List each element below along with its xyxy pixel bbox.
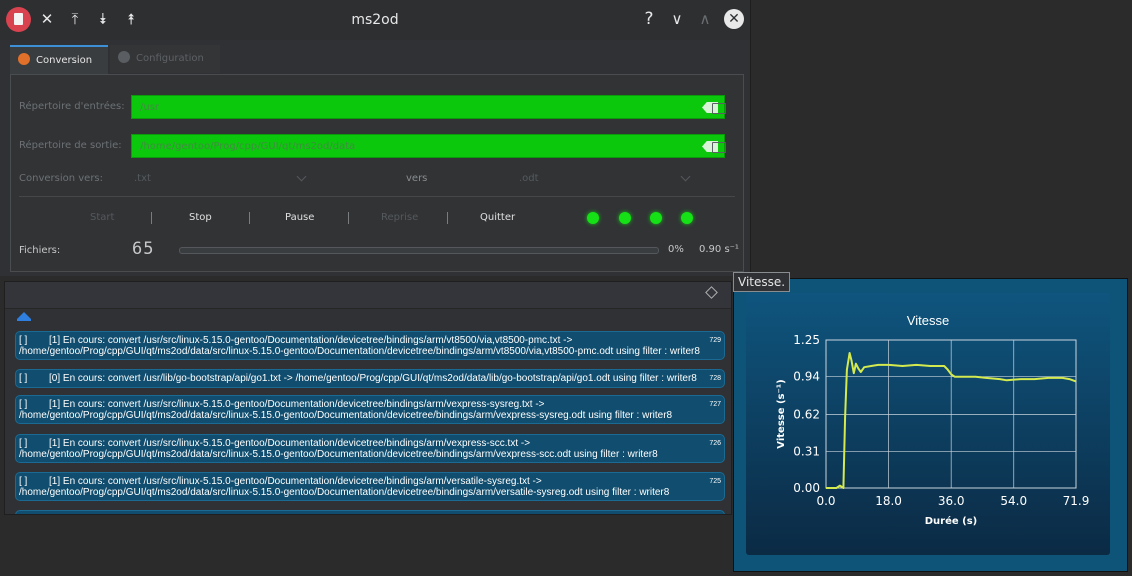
quit-button[interactable]: Quitter bbox=[480, 212, 515, 223]
from-format-chevron-icon[interactable] bbox=[296, 171, 307, 182]
divider bbox=[19, 196, 735, 197]
y-tick-label: 1.25 bbox=[793, 333, 820, 347]
log-entry[interactable]: [ ] [1] En cours: convert /usr/src/linux-… bbox=[15, 434, 725, 463]
chart-panel: Vitesse 0.0 18.0 36.0 54.0 71.9 0.00 0.31 0.62 0… bbox=[746, 293, 1110, 555]
entry-checkbox[interactable]: [ ] bbox=[19, 373, 49, 384]
entry-line1: [1] En cours: convert /usr/src/linux-5.1… bbox=[49, 335, 573, 346]
entry-line1: [0] En cours: convert /usr/lib/go-bootst… bbox=[49, 373, 697, 384]
conversion-panel: Répertoire d'entrées: /usr Répertoire de… bbox=[10, 74, 744, 272]
entry-checkbox[interactable]: [ ] bbox=[19, 438, 49, 449]
input-dir-value: /usr bbox=[140, 102, 160, 113]
entry-line2: /home/gentoo/Prog/cpp/GUI/qt/ms2od/data/… bbox=[19, 487, 670, 498]
y-tick-label: 0.00 bbox=[793, 481, 820, 495]
entry-line2: /home/gentoo/Prog/cpp/GUI/qt/ms2od/data/… bbox=[19, 346, 700, 357]
files-progress-bar bbox=[179, 247, 659, 254]
scroll-top-icon-bar bbox=[17, 319, 31, 321]
output-dir-label: Répertoire de sortie: bbox=[19, 140, 122, 151]
entry-number: 726 bbox=[709, 440, 721, 447]
x-tick-label: 36.0 bbox=[938, 494, 965, 508]
close-button[interactable]: ✕ bbox=[724, 9, 744, 29]
speed-chart-window: Vitesse 0.0 18.0 36.0 54.0 71.9 0.00 0.31 0.62 0… bbox=[733, 278, 1128, 572]
entry-line1: [1] En cours: convert /usr/src/linux-5.1… bbox=[49, 476, 542, 487]
log-entry[interactable]: [ ] [0] En cours: convert /usr/lib/go-boo… bbox=[15, 369, 725, 388]
entry-checkbox[interactable]: [ ] bbox=[19, 476, 49, 487]
speed-value: 0.90 s⁻¹ bbox=[699, 244, 739, 255]
button-separator bbox=[348, 212, 349, 224]
stop-button[interactable]: Stop bbox=[189, 212, 212, 223]
progress-percent: 0% bbox=[668, 244, 684, 255]
x-tick-label: 18.0 bbox=[875, 494, 902, 508]
conversion-label: Conversion vers: bbox=[19, 173, 104, 184]
entry-line2: /home/gentoo/Prog/cpp/GUI/qt/ms2od/data/… bbox=[19, 449, 658, 460]
files-counter: 65 bbox=[132, 239, 155, 259]
entry-line2: /home/gentoo/Prog/cpp/GUI/qt/ms2od/data/… bbox=[19, 410, 673, 421]
pause-button[interactable]: Pause bbox=[285, 212, 314, 223]
entry-checkbox[interactable]: [ ] bbox=[19, 335, 49, 346]
log-header bbox=[5, 282, 731, 309]
from-format-select[interactable]: .txt bbox=[134, 173, 151, 184]
float-icon[interactable] bbox=[705, 286, 718, 299]
log-entry[interactable]: [ ] [1] En cours: convert /usr/src/linux-… bbox=[15, 395, 725, 424]
conversion-icon bbox=[18, 53, 30, 65]
speed-chart: 0.0 18.0 36.0 54.0 71.9 0.00 0.31 0.62 0.94 1.25 D… bbox=[776, 333, 1090, 527]
y-tick-label: 0.62 bbox=[793, 408, 820, 422]
start-button[interactable]: Start bbox=[90, 212, 114, 223]
to-format-chevron-icon[interactable] bbox=[680, 171, 691, 182]
entry-line1: [1] En cours: convert /usr/src/linux-5.1… bbox=[49, 399, 545, 410]
entry-number: 729 bbox=[709, 337, 721, 344]
files-label: Fichiers: bbox=[19, 245, 61, 256]
browse-input-folder-icon[interactable] bbox=[712, 103, 726, 114]
entry-line1: [1] En cours: convert /usr/src/linux-5.1… bbox=[49, 438, 531, 449]
minimize-chevron-icon[interactable]: ∨ bbox=[668, 10, 686, 28]
window-title: ms2od bbox=[351, 12, 399, 28]
x-tick-label: 54.0 bbox=[1000, 494, 1027, 508]
output-dir-value: /home/gentoo/Prog/cpp/GUI/qt/ms2od/data bbox=[140, 141, 356, 152]
button-separator bbox=[249, 212, 250, 224]
output-dir-field[interactable]: /home/gentoo/Prog/cpp/GUI/qt/ms2od/data bbox=[131, 134, 725, 158]
status-led-4 bbox=[681, 212, 693, 224]
log-entry[interactable]: [ ] [1] En cours: convert /usr/src/linux-… bbox=[15, 331, 725, 360]
button-separator bbox=[151, 212, 152, 224]
tab-conversion-label: Conversion bbox=[36, 55, 93, 66]
log-window: [ ] [1] En cours: convert /usr/src/linux-… bbox=[4, 281, 732, 515]
x-tick-label: 0.0 bbox=[816, 494, 835, 508]
button-separator bbox=[447, 212, 448, 224]
input-dir-field[interactable]: /usr bbox=[131, 95, 725, 119]
y-tick-label: 0.94 bbox=[793, 370, 820, 384]
tab-conversion[interactable]: Conversion bbox=[10, 45, 108, 75]
entry-number: 727 bbox=[709, 401, 721, 408]
resume-button[interactable]: Reprise bbox=[381, 212, 418, 223]
y-axis-label: Vitesse (s⁻¹) bbox=[776, 379, 787, 448]
tab-configuration-label: Configuration bbox=[136, 53, 204, 64]
scroll-top-icon[interactable] bbox=[17, 312, 31, 319]
status-led-2 bbox=[619, 212, 631, 224]
tab-configuration[interactable]: Configuration bbox=[110, 45, 220, 73]
status-led-3 bbox=[650, 212, 662, 224]
browse-output-folder-icon[interactable] bbox=[712, 142, 726, 153]
entry-checkbox[interactable]: [ ] bbox=[19, 399, 49, 410]
x-tick-label: 71.9 bbox=[1063, 494, 1090, 508]
title-bar: ✕ ⤒ ⯯ ⯭ ms2od ? ∨ ∧ ✕ bbox=[0, 0, 750, 40]
status-led-1 bbox=[587, 212, 599, 224]
tooltip: Vitesse. bbox=[733, 272, 791, 292]
help-icon[interactable]: ? bbox=[640, 10, 658, 28]
log-entry-partial[interactable] bbox=[15, 510, 725, 514]
vers-label: vers bbox=[406, 173, 428, 184]
input-dir-label: Répertoire d'entrées: bbox=[19, 101, 125, 112]
y-tick-label: 0.31 bbox=[793, 444, 820, 458]
main-window: ✕ ⤒ ⯯ ⯭ ms2od ? ∨ ∧ ✕ Conversion Configu… bbox=[0, 0, 751, 276]
entry-number: 728 bbox=[709, 375, 721, 382]
entry-number: 725 bbox=[709, 478, 721, 485]
to-format-select[interactable]: .odt bbox=[519, 173, 539, 184]
maximize-chevron-icon[interactable]: ∧ bbox=[696, 10, 714, 28]
log-entry[interactable]: [ ] [1] En cours: convert /usr/src/linux-… bbox=[15, 472, 725, 501]
x-axis-label: Durée (s) bbox=[925, 515, 978, 527]
configuration-icon bbox=[118, 51, 130, 63]
